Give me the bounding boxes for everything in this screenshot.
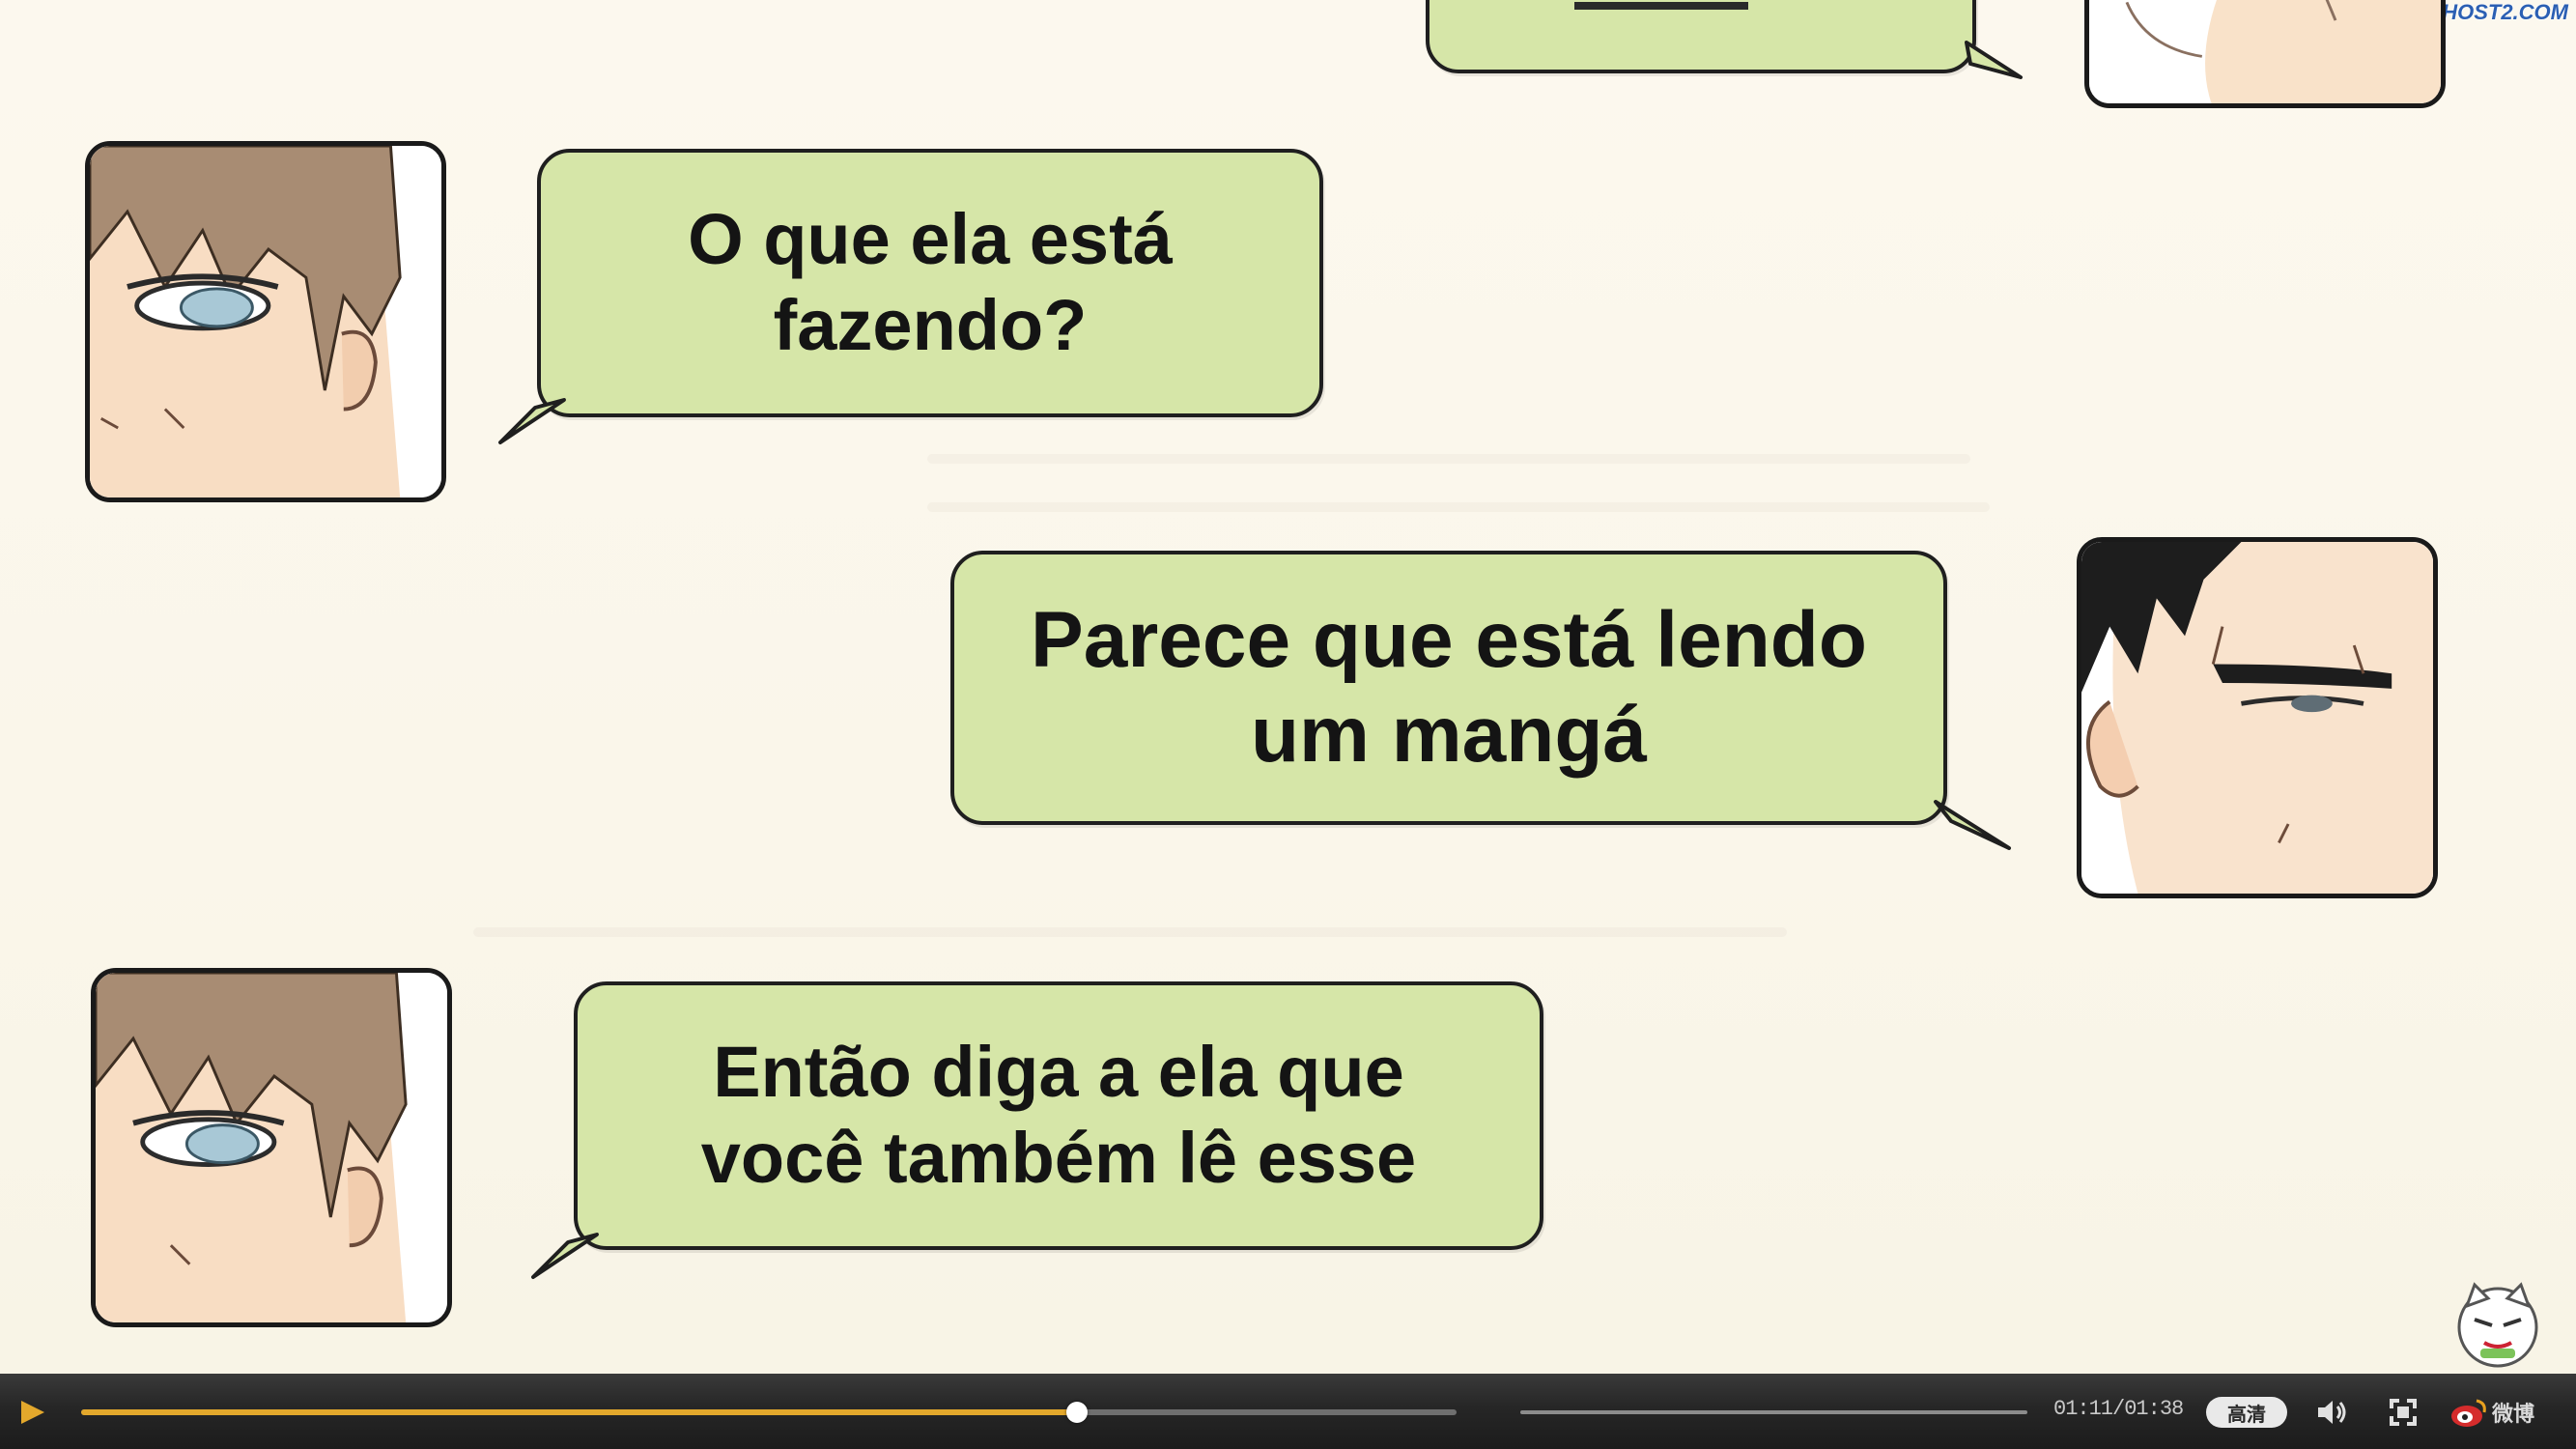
progress-handle[interactable]: [1065, 1402, 1088, 1423]
quality-label: 高清: [2227, 1404, 2266, 1426]
bubble-tail: [531, 1233, 599, 1279]
speech-bubble-1-text: O que ela está fazendo?: [688, 199, 1173, 365]
fullscreen-icon[interactable]: [2386, 1395, 2420, 1430]
quality-button[interactable]: 高清: [2206, 1397, 2287, 1428]
bubble-tail: [1965, 41, 2023, 79]
weibo-share-button[interactable]: 微博: [2449, 1393, 2534, 1432]
weibo-label: 微博: [2492, 1402, 2535, 1426]
background-smudge: [473, 927, 1787, 937]
avatar-dark-hair-partial: [2084, 0, 2446, 108]
mascot-icon[interactable]: [2451, 1277, 2544, 1370]
secondary-track[interactable]: [1520, 1410, 2027, 1414]
volume-icon[interactable]: [2314, 1395, 2349, 1430]
speech-bubble-2-text: Parece que está lendo um mangá: [1031, 595, 1867, 779]
bubble-partial-mark: [1574, 2, 1748, 10]
progress-fill: [81, 1409, 1077, 1415]
play-icon[interactable]: [15, 1397, 48, 1428]
speech-bubble-3: Então diga a ela que você também lê esse: [574, 981, 1543, 1250]
bubble-tail: [1934, 800, 2011, 850]
speech-bubble-2: Parece que está lendo um mangá: [950, 551, 1947, 825]
speech-bubble-1: O que ela está fazendo?: [537, 149, 1323, 417]
comic-viewport: MANGAHOST2.COM O que ela está fazendo? P…: [0, 0, 2576, 1374]
background-smudge: [927, 454, 1970, 464]
speech-bubble-3-text: Então diga a ela que você também lê esse: [700, 1032, 1417, 1198]
video-player-controls: 01:11/01:38 高清 微博: [0, 1374, 2576, 1449]
avatar-brown-hair: [85, 141, 446, 502]
weibo-icon: [2451, 1399, 2486, 1427]
avatar-dark-hair: [2077, 537, 2438, 898]
bubble-tail: [498, 398, 566, 444]
playback-time: 01:11/01:38: [2053, 1397, 2184, 1421]
avatar-brown-hair: [91, 968, 452, 1327]
speech-bubble-top-partial: [1426, 0, 1976, 73]
background-smudge: [927, 502, 1990, 512]
progress-bar[interactable]: [81, 1402, 1457, 1423]
